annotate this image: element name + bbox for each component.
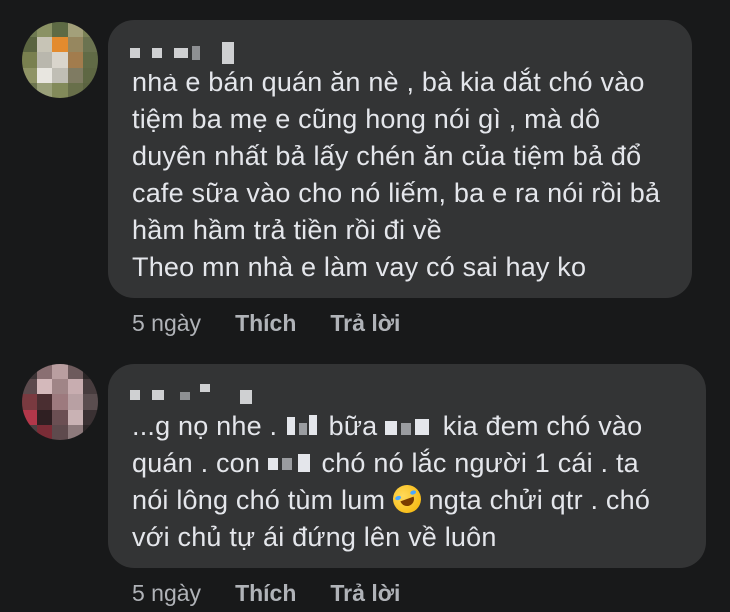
comment-line: duyên nhất bả lấy chén ăn của tiệm bả đổ <box>132 141 642 171</box>
comment-text: ...g nọ nhe . bữa kia đem chó vào quán .… <box>132 408 694 556</box>
comment-bubble: ...g nọ nhe . bữa kia đem chó vào quán .… <box>108 364 706 568</box>
comment-text: nhà e bán quán ăn nè , bà kia dắt chó và… <box>132 64 680 286</box>
comment-line: nói lông chó tùm lum ngta chửi qtr . chó <box>132 481 694 519</box>
comment-line: tiệm ba mẹ e cũng hong nói gì , mà dô <box>132 104 601 134</box>
reply-button[interactable]: Trả lời <box>330 310 400 337</box>
timestamp[interactable]: 5 ngày <box>132 310 201 337</box>
timestamp[interactable]: 5 ngày <box>132 580 201 607</box>
name-overlap-mask <box>128 64 188 74</box>
comment-line: với chủ tự ái đứng lên về luôn <box>132 522 497 552</box>
censored-word <box>285 415 321 437</box>
author-name-blurred[interactable] <box>130 40 240 66</box>
avatar[interactable] <box>22 22 98 98</box>
like-button[interactable]: Thích <box>235 580 296 607</box>
reply-button[interactable]: Trả lời <box>330 580 400 607</box>
censored-word <box>385 415 435 437</box>
author-name-blurred[interactable] <box>130 382 260 408</box>
name-overlap-mask <box>128 408 168 418</box>
comment-line: quán . con chó nó lắc người 1 cái . ta <box>132 448 639 478</box>
avatar[interactable] <box>22 364 98 440</box>
rolling-laughing-emoji-icon <box>388 481 425 517</box>
censored-word <box>267 452 314 474</box>
comment-line: cafe sữa vào cho nó liếm, ba e ra nói rồ… <box>132 178 661 208</box>
comment-actions: 5 ngày Thích Trả lời <box>132 580 434 607</box>
like-button[interactable]: Thích <box>235 310 296 337</box>
comment-bubble: nhà e bán quán ăn nè , bà kia dắt chó và… <box>108 20 692 298</box>
comment-line: nhà e bán quán ăn nè , bà kia dắt chó và… <box>132 67 645 97</box>
comment-line: ...g nọ nhe . bữa kia đem chó vào <box>132 411 643 441</box>
comment-line: Theo mn nhà e làm vay có sai hay ko <box>132 252 587 282</box>
comment-actions: 5 ngày Thích Trả lời <box>132 310 434 337</box>
comment-line: hầm hầm trả tiền rồi đi về <box>132 215 442 245</box>
